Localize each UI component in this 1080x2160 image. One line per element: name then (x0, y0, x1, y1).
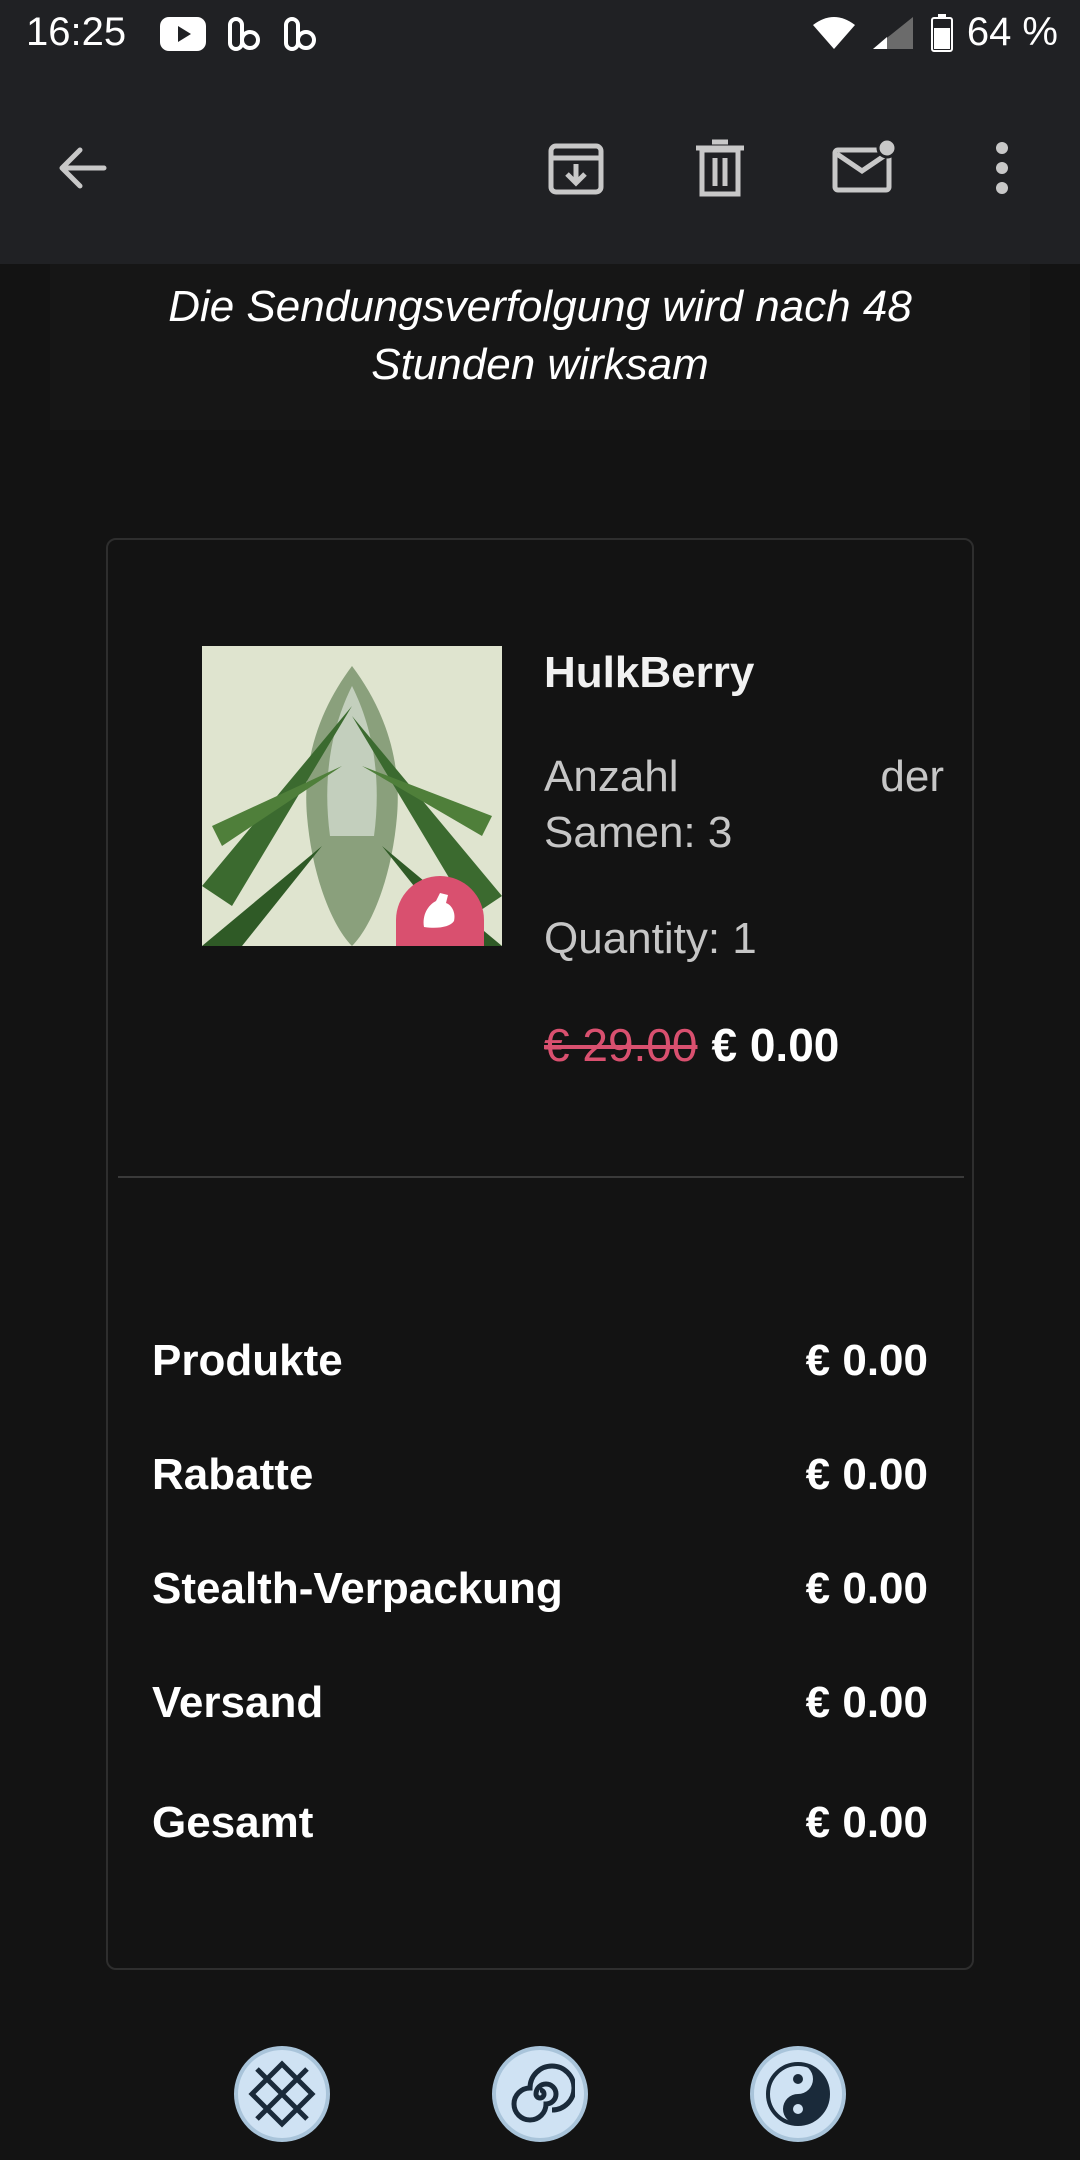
summary-label: Rabatte (152, 1450, 314, 1499)
summary-label: Stealth-Verpackung (152, 1564, 563, 1613)
seed-count-word-1: Anzahl (544, 752, 679, 801)
app-icon (228, 17, 260, 51)
summary-row: Rabatte € 0.00 (152, 1450, 928, 1500)
mark-unread-icon[interactable] (824, 128, 904, 208)
summary-value: € 0.00 (805, 1678, 928, 1727)
summary-label: Produkte (152, 1336, 343, 1385)
app-icon (284, 17, 316, 51)
notice-line-2: Stunden wirksam (371, 340, 709, 389)
product-quantity: Quantity: 1 (544, 914, 757, 963)
signal-icon (872, 16, 913, 49)
app-bar (0, 72, 1080, 264)
delete-icon[interactable] (680, 128, 760, 208)
summary-row-total: Gesamt € 0.00 (152, 1798, 928, 1848)
notice-line-1: Die Sendungsverfolgung wird nach 48 (168, 282, 912, 331)
yin-yang-icon[interactable] (750, 2046, 846, 2142)
price-old: € 29.00 (544, 1019, 698, 1071)
tracking-notice: Die Sendungsverfolgung wird nach 48 Stun… (50, 264, 1030, 430)
wifi-icon (812, 16, 855, 49)
status-bar: 16:25 64 % (0, 0, 1080, 72)
product-name[interactable]: HulkBerry (544, 648, 754, 698)
seed-count-line-2: Samen: 3 (544, 808, 733, 857)
seed-count-word-2: der (880, 752, 944, 801)
summary-row: Produkte € 0.00 (152, 1336, 928, 1386)
crosshatch-circle-icon[interactable] (234, 2046, 330, 2142)
archive-icon[interactable] (536, 128, 616, 208)
status-time: 16:25 (26, 10, 127, 54)
battery-percent: 64 % (966, 10, 1058, 54)
summary-label: Gesamt (152, 1798, 314, 1847)
battery-icon (930, 13, 953, 52)
price-row: € 29.00 € 0.00 (544, 1018, 839, 1072)
back-arrow-icon[interactable] (42, 128, 122, 208)
divider (118, 1176, 964, 1178)
summary-row: Stealth-Verpackung € 0.00 (152, 1564, 928, 1614)
summary-value: € 0.00 (805, 1564, 928, 1613)
youtube-icon (160, 17, 206, 51)
spiral-icon[interactable] (492, 2046, 588, 2142)
price-new: € 0.00 (711, 1019, 840, 1071)
seed-count-line-1: Anzahl der (544, 752, 944, 802)
summary-label: Versand (152, 1678, 324, 1727)
product-image[interactable] (202, 646, 502, 946)
summary-value: € 0.00 (805, 1450, 928, 1499)
summary-value: € 0.00 (805, 1798, 928, 1847)
summary-value: € 0.00 (805, 1336, 928, 1385)
summary-row: Versand € 0.00 (152, 1678, 928, 1728)
more-vert-icon[interactable] (962, 128, 1042, 208)
order-card: HulkBerry Anzahl der Samen: 3 Quantity: … (106, 538, 974, 1970)
